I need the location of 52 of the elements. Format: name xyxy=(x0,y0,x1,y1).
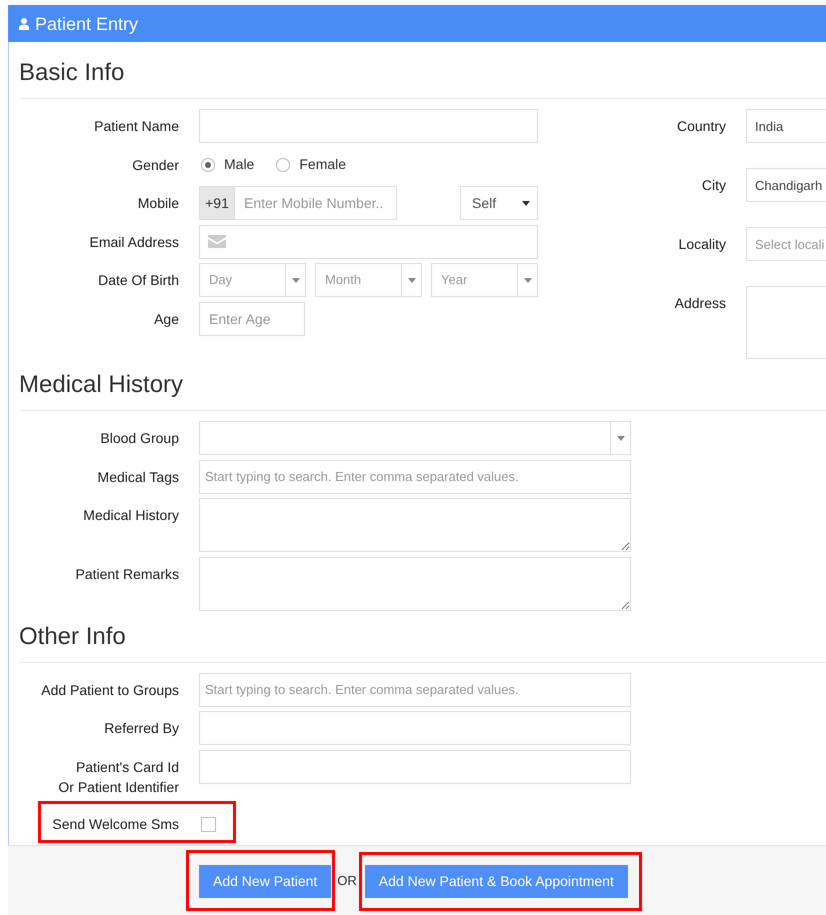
relation-select[interactable]: Self xyxy=(460,186,538,220)
phone-field[interactable]: Enter Mobile Number.. xyxy=(234,186,397,220)
field-label: Age xyxy=(153,310,179,328)
text-area[interactable] xyxy=(746,286,826,359)
section-heading: Basic Info xyxy=(19,60,126,86)
field-label: Add Patient to Groups xyxy=(40,680,179,700)
field-label: Email Address xyxy=(88,232,179,252)
dropdown-select[interactable] xyxy=(199,421,631,455)
text-field[interactable] xyxy=(199,109,538,143)
text-field[interactable]: Chandigarh xyxy=(746,168,826,202)
field-label: Date Of Birth xyxy=(97,271,179,290)
text-field[interactable]: Start typing to search. Enter comma separated values. xyxy=(199,672,631,706)
radio-button[interactable] xyxy=(276,158,290,172)
text-field[interactable] xyxy=(199,711,631,745)
caret-icon xyxy=(522,200,530,206)
field-label: Mobile xyxy=(136,194,179,213)
field-label: Patient's Card Id Or Patient Identifier xyxy=(57,758,179,796)
field-label: Locality xyxy=(678,235,726,254)
text-field[interactable]: Select locali xyxy=(746,227,826,261)
field-label: Send Welcome Sms xyxy=(51,815,179,834)
envelope-icon xyxy=(208,235,226,248)
section-heading: Medical History xyxy=(19,372,184,398)
option-label[interactable]: Female xyxy=(299,154,346,175)
field-label: Patient Name xyxy=(93,117,179,136)
field-label: Patient Remarks xyxy=(74,564,179,584)
user-icon xyxy=(19,18,29,30)
field-label: Medical History xyxy=(82,506,179,525)
text-area[interactable] xyxy=(199,556,631,610)
field-label: Referred By xyxy=(103,719,179,738)
caret-icon xyxy=(292,278,300,282)
caret-icon xyxy=(524,278,532,282)
country-code-prefix: +91 xyxy=(199,186,234,220)
section-heading: Other Info xyxy=(19,624,127,650)
panel-title: Patient Entry xyxy=(35,12,138,34)
field-label: Medical Tags xyxy=(96,468,179,486)
caret-icon xyxy=(616,436,624,440)
text-field[interactable] xyxy=(199,750,631,784)
field-label: Blood Group xyxy=(99,429,179,448)
field-label: Gender xyxy=(131,156,179,174)
field-label: Address xyxy=(674,294,726,313)
text-field[interactable]: India xyxy=(746,109,826,143)
field-label: City xyxy=(700,176,726,195)
radio-button[interactable] xyxy=(201,158,215,172)
text-field[interactable]: Start typing to search. Enter comma separated values. xyxy=(199,460,631,494)
field-label: Country xyxy=(676,117,726,136)
number-field[interactable]: Enter Age xyxy=(199,302,305,336)
option-label[interactable]: Male xyxy=(224,154,254,175)
text-area[interactable] xyxy=(199,498,631,552)
checkbox[interactable] xyxy=(201,816,216,832)
caret-icon xyxy=(408,278,416,282)
email-field[interactable] xyxy=(199,224,538,258)
separator-text: OR xyxy=(337,872,357,890)
